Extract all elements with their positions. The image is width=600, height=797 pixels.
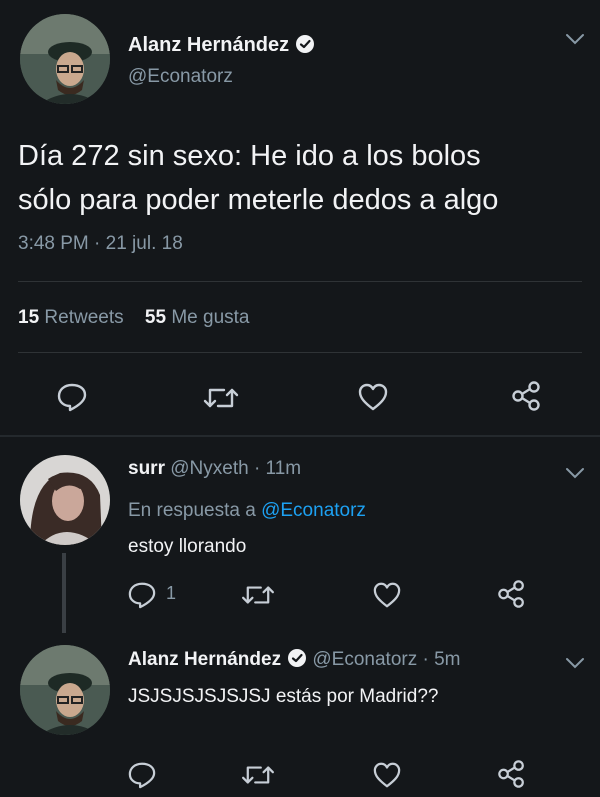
reply-icon[interactable] — [56, 382, 88, 412]
main-tweet-author[interactable]: Alanz Hernández — [128, 34, 315, 57]
share-icon[interactable] — [510, 380, 544, 412]
chevron-down-icon[interactable] — [564, 656, 586, 675]
reply1-avatar[interactable] — [20, 455, 110, 545]
tweet-text: Día 272 sin sexo: He ido a los bolos sól… — [18, 134, 498, 222]
retweet-icon[interactable] — [240, 582, 276, 608]
tweet-text-line-1: Día 272 sin sexo: He ido a los bolos — [18, 140, 481, 172]
reply2-text: JSJSJSJSJSJSJ estás por Madrid?? — [128, 686, 439, 707]
share-icon[interactable] — [496, 759, 528, 789]
thread-line — [62, 553, 66, 633]
reply2-handle[interactable]: @Econatorz — [312, 649, 417, 670]
reply2-avatar[interactable] — [20, 645, 110, 735]
heart-icon[interactable] — [372, 761, 402, 789]
share-icon[interactable] — [496, 579, 528, 609]
reply1-handle[interactable]: @Nyxeth — [170, 458, 248, 479]
reply1-author-name[interactable]: surr — [128, 458, 165, 479]
replying-to-handle[interactable]: @Econatorz — [261, 500, 366, 521]
tweet-timestamp[interactable]: 3:48 PM · 21 jul. 18 — [18, 233, 183, 255]
reply1-header: surr @Nyxeth · 11m — [128, 458, 301, 480]
verified-badge-icon — [295, 34, 315, 54]
reply1-text: estoy llorando — [128, 536, 247, 557]
reply2-author-name[interactable]: Alanz Hernández — [128, 649, 281, 670]
divider — [18, 352, 582, 353]
divider — [18, 281, 582, 282]
chevron-down-icon[interactable] — [564, 466, 586, 485]
heart-icon[interactable] — [372, 581, 402, 609]
reply2-header: Alanz Hernández @Econatorz · 5m — [128, 648, 461, 671]
reply-icon[interactable] — [127, 581, 157, 609]
likes-count: 55 — [144, 307, 167, 328]
reply1-time[interactable]: · 11m — [254, 458, 301, 479]
verified-badge-icon — [287, 648, 307, 668]
reply1-reply-count: 1 — [166, 583, 177, 603]
retweets-stat[interactable]: 15 Retweets — [18, 307, 129, 328]
author-handle[interactable]: @Econatorz — [128, 66, 233, 88]
tweet-text-line-2: sólo para poder meterle dedos a algo — [18, 184, 499, 216]
divider — [0, 435, 600, 437]
chevron-down-icon[interactable] — [564, 32, 586, 51]
retweets-count: 15 — [18, 307, 40, 328]
likes-stat[interactable]: 55 Me gusta — [145, 307, 250, 328]
heart-icon[interactable] — [357, 382, 389, 412]
reply-icon[interactable] — [127, 761, 157, 789]
retweet-icon[interactable] — [202, 384, 240, 412]
reply2-time[interactable]: · 5m — [423, 649, 461, 670]
main-tweet-avatar[interactable] — [20, 14, 110, 104]
replying-to-prefix: En respuesta a — [128, 500, 256, 521]
author-name[interactable]: Alanz Hernández — [128, 34, 289, 56]
tweet-stats: 15 Retweets 55 Me gusta — [18, 307, 249, 329]
likes-label: Me gusta — [171, 307, 250, 328]
reply1-replying-to: En respuesta a @Econatorz — [128, 500, 366, 522]
retweet-icon[interactable] — [240, 762, 276, 788]
retweets-label: Retweets — [44, 307, 124, 328]
